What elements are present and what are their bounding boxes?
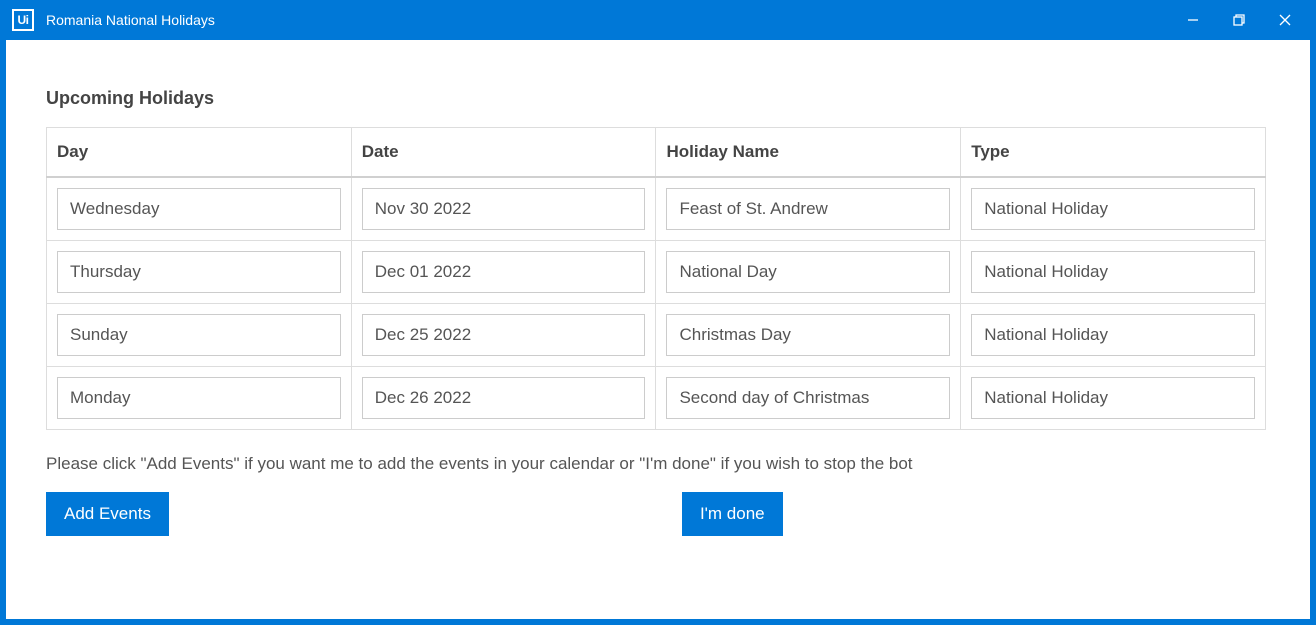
- button-row: Add Events I'm done: [46, 492, 1270, 536]
- cell-name: Christmas Day: [666, 314, 950, 356]
- add-events-button[interactable]: Add Events: [46, 492, 169, 536]
- table-row: Wednesday Nov 30 2022 Feast of St. Andre…: [47, 177, 1266, 241]
- column-header-type: Type: [961, 128, 1266, 178]
- maximize-icon: [1233, 14, 1245, 26]
- cell-day: Thursday: [57, 251, 341, 293]
- holidays-table: Day Date Holiday Name Type Wednesday Nov…: [46, 127, 1266, 430]
- page-heading: Upcoming Holidays: [46, 88, 1270, 109]
- table-row: Monday Dec 26 2022 Second day of Christm…: [47, 367, 1266, 430]
- cell-day: Monday: [57, 377, 341, 419]
- table-row: Sunday Dec 25 2022 Christmas Day Nationa…: [47, 304, 1266, 367]
- close-button[interactable]: [1262, 4, 1308, 36]
- cell-day: Sunday: [57, 314, 341, 356]
- close-icon: [1279, 14, 1291, 26]
- cell-date: Dec 26 2022: [362, 377, 646, 419]
- cell-date: Dec 01 2022: [362, 251, 646, 293]
- im-done-button[interactable]: I'm done: [682, 492, 783, 536]
- app-window: Ui Romania National Holidays Upc: [0, 0, 1316, 625]
- cell-name: Feast of St. Andrew: [666, 188, 950, 230]
- table-row: Thursday Dec 01 2022 National Day Nation…: [47, 241, 1266, 304]
- instruction-text: Please click "Add Events" if you want me…: [46, 454, 1270, 474]
- maximize-button[interactable]: [1216, 4, 1262, 36]
- cell-type: National Holiday: [971, 251, 1255, 293]
- cell-day: Wednesday: [57, 188, 341, 230]
- cell-type: National Holiday: [971, 188, 1255, 230]
- app-icon-text: Ui: [18, 13, 29, 27]
- cell-type: National Holiday: [971, 377, 1255, 419]
- minimize-button[interactable]: [1170, 4, 1216, 36]
- minimize-icon: [1187, 14, 1199, 26]
- table-header-row: Day Date Holiday Name Type: [47, 128, 1266, 178]
- cell-name: National Day: [666, 251, 950, 293]
- content: Upcoming Holidays Day Date Holiday Name …: [6, 40, 1310, 619]
- cell-date: Dec 25 2022: [362, 314, 646, 356]
- cell-date: Nov 30 2022: [362, 188, 646, 230]
- app-icon: Ui: [12, 9, 34, 31]
- content-holder: Upcoming Holidays Day Date Holiday Name …: [0, 40, 1316, 625]
- column-header-day: Day: [47, 128, 352, 178]
- window-title: Romania National Holidays: [46, 12, 1170, 28]
- titlebar: Ui Romania National Holidays: [0, 0, 1316, 40]
- cell-name: Second day of Christmas: [666, 377, 950, 419]
- column-header-name: Holiday Name: [656, 128, 961, 178]
- column-header-date: Date: [351, 128, 656, 178]
- cell-type: National Holiday: [971, 314, 1255, 356]
- window-controls: [1170, 4, 1308, 36]
